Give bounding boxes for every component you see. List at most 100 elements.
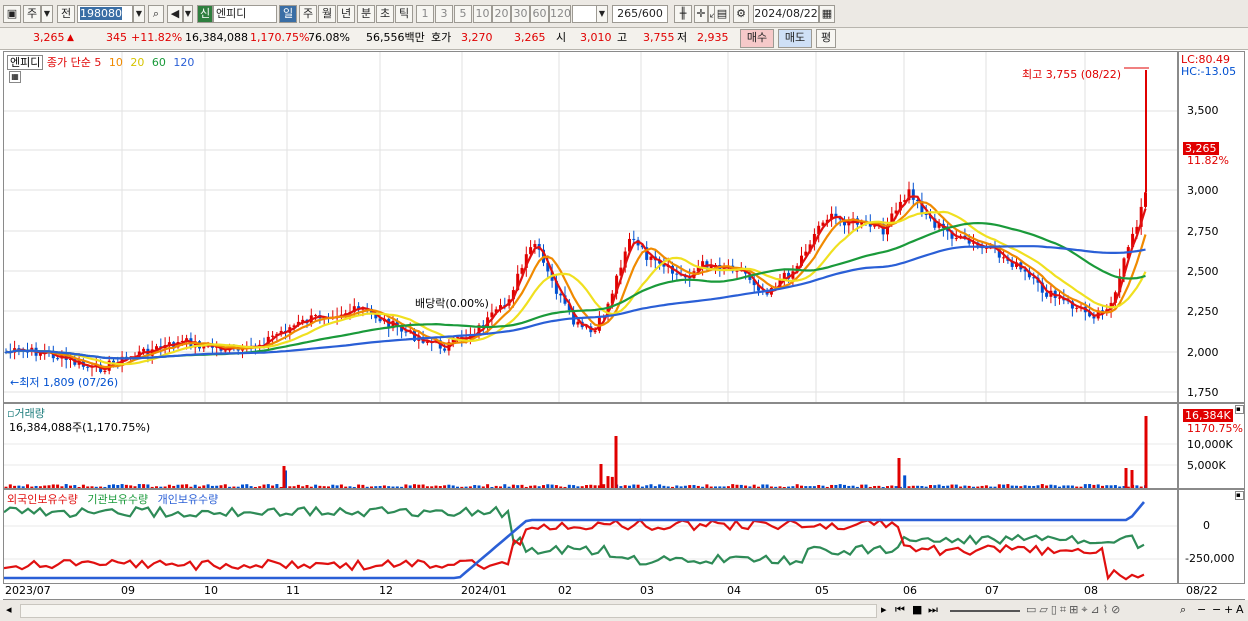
chevron-down-icon[interactable]: ▼	[596, 5, 608, 23]
volume-bar	[163, 486, 167, 488]
volume-bar	[1019, 486, 1023, 488]
prev-button[interactable]: 전	[57, 5, 75, 23]
market-select[interactable]: 주	[23, 5, 41, 23]
rewind-icon[interactable]: ⏮	[895, 603, 905, 617]
horizontal-scrollbar[interactable]	[20, 604, 877, 618]
interval-30[interactable]: 30	[511, 5, 530, 23]
volume-bar	[580, 486, 584, 488]
candle-body	[1045, 292, 1049, 297]
volume-bar	[748, 486, 752, 488]
chevron-down-icon[interactable]: ▼	[133, 5, 145, 23]
interval-120[interactable]: 120	[549, 5, 571, 23]
volume-bar	[722, 486, 726, 488]
zoom-out-icon[interactable]: −	[1197, 603, 1206, 616]
period-year[interactable]: 년	[337, 5, 355, 23]
volume-bar	[456, 486, 459, 488]
volume-bar	[1088, 484, 1092, 488]
drawing-tools-icon[interactable]: ▭▱▯⌗⊞⌖⊿⌇⊘	[1026, 603, 1123, 617]
x-tick: 03	[640, 584, 654, 597]
interval-3[interactable]: 3	[435, 5, 453, 23]
volume-bar	[395, 486, 399, 488]
stop-icon[interactable]: ■	[912, 603, 922, 616]
interval-10[interactable]: 10	[473, 5, 492, 23]
volume-bar	[335, 485, 339, 488]
volume-bar	[137, 484, 141, 488]
period-month[interactable]: 월	[318, 5, 336, 23]
volume-bar	[421, 484, 425, 488]
chevron-down-icon[interactable]: ▼	[41, 5, 53, 23]
date-input[interactable]: 2024/08/22	[753, 5, 819, 23]
volume-bar	[13, 485, 17, 488]
font-size-icon[interactable]: A	[1236, 603, 1244, 616]
low-price: 2,935	[697, 31, 729, 44]
window-icon[interactable]: ▣	[3, 5, 21, 23]
save-icon[interactable]: ▤	[714, 5, 730, 23]
volume-bar	[537, 486, 541, 488]
volume-bar	[81, 484, 85, 488]
candle-body	[911, 189, 915, 200]
y-tick: 3,500	[1187, 104, 1219, 117]
interval-1[interactable]: 1	[416, 5, 434, 23]
period-week[interactable]: 주	[299, 5, 317, 23]
interval-20[interactable]: 20	[492, 5, 511, 23]
sell-button[interactable]: 매도	[778, 29, 812, 48]
stock-name[interactable]: 엔피디	[213, 5, 277, 23]
count-field[interactable]: 265/600	[612, 5, 668, 23]
buy-button[interactable]: 매수	[740, 29, 774, 48]
volume-bar	[391, 486, 395, 488]
period-day[interactable]: 일	[279, 5, 297, 23]
collapse-icon[interactable]: ▪	[1235, 405, 1244, 414]
speaker-icon[interactable]: ◀	[167, 5, 183, 23]
volume-bar	[1066, 485, 1070, 488]
volume-bar	[520, 484, 524, 488]
period-tick[interactable]: 틱	[395, 5, 413, 23]
main-toolbar: ▣ 주 ▼ 전 198080 ▼ ⌕ ◀ ▼ 신 엔피디 일 주 월 년 분 초…	[0, 0, 1248, 28]
period-minute[interactable]: 분	[357, 5, 375, 23]
zoom-slider[interactable]	[950, 610, 1020, 612]
x-tick: 11	[286, 584, 300, 597]
collapse-icon[interactable]: ▪	[1235, 491, 1244, 500]
holdings-axis: 0 -250,000 ▪	[1178, 489, 1245, 584]
volume-bar	[920, 486, 924, 488]
eval-button[interactable]: 평	[816, 29, 836, 48]
volume-bar	[972, 486, 975, 488]
candle-body	[112, 360, 115, 363]
candle-body	[1002, 257, 1006, 259]
volume-bar	[782, 486, 786, 488]
volume-bar	[585, 485, 588, 488]
volume-bar	[129, 485, 133, 488]
volume-bar	[976, 486, 980, 488]
interval-5[interactable]: 5	[454, 5, 472, 23]
volume-bar	[1135, 485, 1139, 488]
scroll-left-icon[interactable]: ◂	[6, 603, 12, 616]
volume-bar	[1010, 485, 1014, 488]
interval-60[interactable]: 60	[530, 5, 549, 23]
forward-icon[interactable]: ⏭	[928, 603, 938, 617]
plus-icon[interactable]: +	[1224, 603, 1233, 616]
crosshair-icon[interactable]: ✛	[694, 5, 708, 23]
scroll-right-icon[interactable]: ▸	[881, 603, 887, 616]
candle-body	[223, 350, 227, 352]
legend-foreign: 외국인보유수량	[7, 493, 78, 506]
zoom-search-icon[interactable]: ⌕	[1180, 603, 1186, 617]
chevron-down-icon[interactable]: ▼	[183, 5, 193, 23]
calendar-icon[interactable]: ▦	[819, 5, 835, 23]
volume-bar	[1002, 484, 1006, 488]
low-annotation-text: 최저 1,809 (07/26)	[19, 376, 119, 389]
table-icon[interactable]: ▦	[9, 71, 21, 83]
search-icon[interactable]: ⌕	[148, 5, 164, 23]
code-input[interactable]: 198080	[77, 5, 133, 23]
volume-bar	[103, 486, 107, 488]
volume-bar	[533, 485, 537, 488]
volume-bar	[193, 484, 197, 488]
ask-label: 호가	[431, 31, 452, 44]
volume-bar	[26, 484, 29, 488]
volume-bar	[576, 486, 580, 488]
period-second[interactable]: 초	[376, 5, 394, 23]
minus-icon[interactable]: −	[1212, 603, 1221, 616]
volume-bar	[795, 484, 799, 488]
volume-bar	[8, 484, 12, 488]
volume-bar	[1124, 468, 1128, 488]
gear-icon[interactable]: ⚙	[733, 5, 749, 23]
candle-icon[interactable]: ╫	[674, 5, 692, 23]
